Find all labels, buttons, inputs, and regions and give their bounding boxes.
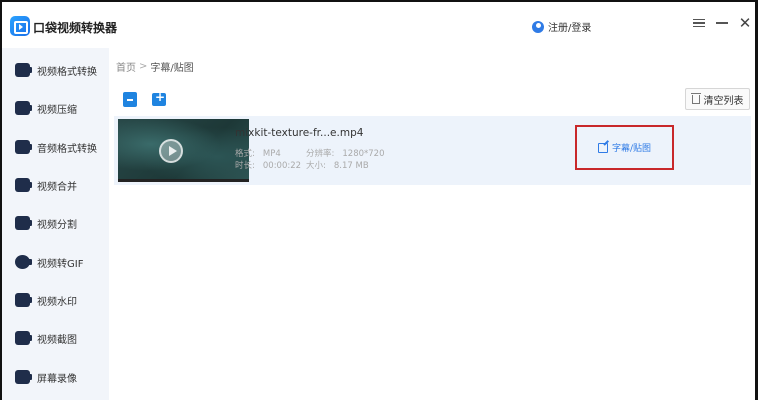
subtitle-sticker-button[interactable]: 字幕/贴图 [575, 125, 674, 170]
sidebar-item-screenshot[interactable]: 视频截图 [2, 323, 109, 353]
video-compress-icon [15, 101, 32, 115]
title-bar: 口袋视频转换器 注册/登录 [2, 2, 755, 48]
file-duration: 时长: 00:00:22 [235, 159, 301, 171]
minimize-icon[interactable] [713, 14, 731, 32]
menu-icon[interactable] [690, 14, 708, 32]
video-split-icon [15, 216, 32, 230]
sidebar-item-label: 视频水印 [37, 296, 77, 308]
sidebar-item-label: 视频格式转换 [37, 66, 97, 78]
login-link[interactable]: 注册/登录 [532, 19, 591, 34]
sidebar-item-video-convert[interactable]: 视频格式转换 [2, 55, 109, 85]
sidebar-item-audio-convert[interactable]: 音频格式转换 [2, 132, 109, 162]
file-name: mixkit-texture-fr...e.mp4 [235, 127, 364, 139]
trash-icon [690, 92, 701, 104]
gif-icon [15, 255, 32, 269]
sidebar-item-video-compress[interactable]: 视频压缩 [2, 93, 109, 123]
clear-list-button[interactable]: 清空列表 [685, 88, 750, 110]
breadcrumb-current: 字幕/贴图 [150, 63, 194, 74]
duration-value: 00:00:22 [262, 161, 302, 171]
sidebar-item-label: 音频格式转换 [37, 143, 97, 155]
add-file-icon[interactable] [123, 92, 137, 107]
screen-record-icon [15, 370, 32, 384]
sidebar-item-label: 视频压缩 [37, 104, 77, 116]
breadcrumb: 首页 > 字幕/贴图 [116, 59, 194, 74]
audio-convert-icon [15, 140, 32, 154]
resolution-key: 分辨率: [306, 149, 335, 159]
video-convert-icon [15, 63, 32, 77]
resolution-value: 1280*720 [342, 149, 385, 159]
user-icon [532, 20, 544, 33]
format-value: MP4 [262, 149, 281, 159]
sidebar-item-screen-record[interactable]: 屏幕录像 [2, 362, 109, 392]
sidebar-item-label: 视频合并 [37, 181, 77, 193]
sidebar-item-label: 视频分割 [37, 219, 77, 231]
screenshot-icon [15, 331, 32, 345]
sidebar: 视频格式转换 视频压缩 音频格式转换 视频合并 视频分割 视频转GIF 视频水印… [2, 48, 109, 400]
sidebar-item-video-split[interactable]: 视频分割 [2, 208, 109, 238]
format-key: 格式: [235, 149, 255, 159]
breadcrumb-separator: > [139, 61, 148, 72]
edit-icon [597, 142, 608, 153]
sidebar-item-label: 视频截图 [37, 334, 77, 346]
sidebar-item-label: 视频转GIF [37, 258, 84, 270]
breadcrumb-home[interactable]: 首页 [116, 59, 136, 74]
video-merge-icon [15, 178, 32, 192]
file-format: 格式: MP4 [235, 147, 281, 159]
add-folder-icon[interactable] [152, 90, 166, 106]
subtitle-sticker-label: 字幕/贴图 [611, 144, 652, 154]
close-icon[interactable]: ✕ [736, 14, 754, 32]
size-key: 大小: [306, 161, 326, 171]
sidebar-item-gif[interactable]: 视频转GIF [2, 247, 109, 277]
clear-list-label: 清空列表 [703, 95, 744, 107]
watermark-icon [15, 293, 32, 307]
file-row[interactable]: mixkit-texture-fr...e.mp4 格式: MP4 分辨率: 128… [114, 116, 751, 185]
duration-key: 时长: [235, 161, 255, 171]
app-logo-icon [10, 16, 30, 36]
file-size: 大小: 8.17 MB [306, 159, 369, 171]
login-label: 注册/登录 [548, 23, 592, 34]
size-value: 8.17 MB [333, 161, 369, 171]
sidebar-item-watermark[interactable]: 视频水印 [2, 285, 109, 315]
play-icon[interactable] [159, 139, 183, 163]
sidebar-item-label: 屏幕录像 [37, 373, 77, 385]
sidebar-item-video-merge[interactable]: 视频合并 [2, 170, 109, 200]
file-resolution: 分辨率: 1280*720 [306, 147, 384, 159]
video-thumbnail[interactable] [118, 119, 249, 182]
app-title: 口袋视频转换器 [33, 21, 118, 35]
